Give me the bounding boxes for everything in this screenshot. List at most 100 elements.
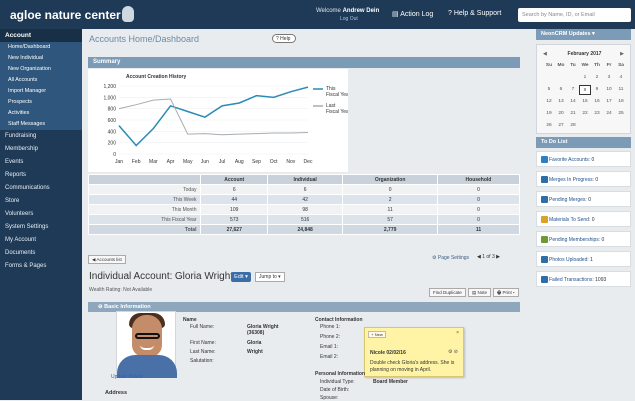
- page-settings-link[interactable]: ⚙ Page Settings: [432, 255, 469, 261]
- close-icon[interactable]: ×: [456, 330, 459, 336]
- sidebar-section-events[interactable]: Events: [0, 156, 82, 169]
- todo-item[interactable]: Merges In Progress: 0: [536, 171, 631, 187]
- calendar-day[interactable]: 22: [579, 109, 591, 119]
- action-log-button[interactable]: ▤ Action Log: [392, 10, 433, 18]
- calendar-day[interactable]: 5: [543, 85, 555, 95]
- table-cell[interactable]: 11: [436, 224, 521, 235]
- print-button[interactable]: 🖶 Print ▾: [493, 288, 519, 297]
- calendar-day[interactable]: 2: [591, 73, 603, 83]
- sidebar-item-import-manager[interactable]: Import Manager: [0, 86, 82, 97]
- calendar-day[interactable]: 4: [615, 73, 627, 83]
- neoncrm-updates-button[interactable]: NeonCRM Updates ▾: [536, 29, 631, 40]
- sidebar-item-home-dashboard[interactable]: Home/Dashboard: [0, 42, 82, 53]
- logout-link[interactable]: Log Out: [340, 16, 358, 22]
- todo-item[interactable]: Pending Merges: 0: [536, 191, 631, 207]
- sidebar-section-store[interactable]: Store: [0, 195, 82, 208]
- todo-item[interactable]: Photos Uploaded: 1: [536, 251, 631, 267]
- calendar-day[interactable]: 1: [579, 73, 591, 83]
- sidebar-item-new-organization[interactable]: New Organization: [0, 64, 82, 75]
- table-cell[interactable]: 6: [200, 184, 268, 195]
- update-delete-links[interactable]: Update Delete: [111, 374, 143, 380]
- table-cell[interactable]: 2,779: [342, 224, 438, 235]
- sidebar-section-account[interactable]: Account: [0, 29, 82, 42]
- calendar-day[interactable]: 11: [615, 85, 627, 95]
- sidebar-section-fundraising[interactable]: Fundraising: [0, 130, 82, 143]
- table-cell[interactable]: 44: [200, 194, 268, 205]
- todo-item[interactable]: Pending Memberships: 0: [536, 231, 631, 247]
- find-duplicate-button[interactable]: Find Duplicate: [429, 288, 466, 297]
- edit-button[interactable]: Edit ▾: [231, 272, 251, 282]
- table-cell[interactable]: 0: [342, 184, 438, 195]
- table-cell[interactable]: 42: [266, 194, 344, 205]
- calendar-day[interactable]: 23: [591, 109, 603, 119]
- calendar-day[interactable]: 6: [555, 85, 567, 95]
- calendar-day[interactable]: 18: [615, 97, 627, 107]
- table-cell[interactable]: 98: [266, 204, 344, 215]
- note-popup[interactable]: + New × Nicole 02/02/16 ⚙ ⊘ Double check…: [364, 327, 464, 377]
- table-cell[interactable]: 516: [266, 214, 344, 225]
- calendar-day[interactable]: 13: [555, 97, 567, 107]
- table-cell[interactable]: 0: [436, 194, 521, 205]
- table-cell[interactable]: 0: [436, 214, 521, 225]
- table-cell[interactable]: 57: [342, 214, 438, 225]
- calendar-day[interactable]: 3: [603, 73, 615, 83]
- table-cell[interactable]: 27,627: [200, 224, 268, 235]
- note-button[interactable]: ▤ Note: [468, 288, 492, 297]
- calendar-day-heading: Su: [545, 63, 553, 68]
- global-search-input[interactable]: Search by Name, ID, or Email: [518, 8, 631, 22]
- sidebar-section-forms-pages[interactable]: Forms & Pages: [0, 260, 82, 273]
- sidebar-item-activities[interactable]: Activities: [0, 108, 82, 119]
- todo-item[interactable]: Favorite Accounts: 0: [536, 151, 631, 167]
- todo-item-icon: [541, 276, 548, 283]
- calendar-day[interactable]: 28: [567, 121, 579, 131]
- calendar-day[interactable]: 16: [591, 97, 603, 107]
- calendar-day[interactable]: 26: [543, 121, 555, 131]
- table-cell[interactable]: 11: [342, 204, 438, 215]
- sidebar-section-membership[interactable]: Membership: [0, 143, 82, 156]
- sidebar-section-volunteers[interactable]: Volunteers: [0, 208, 82, 221]
- sidebar-section-reports[interactable]: Reports: [0, 169, 82, 182]
- table-cell[interactable]: 0: [436, 204, 521, 215]
- calendar-next-icon[interactable]: ▶: [620, 51, 624, 57]
- app-brand[interactable]: agloe nature center: [10, 8, 121, 22]
- help-support-button[interactable]: ? Help & Support: [448, 10, 501, 17]
- calendar-day[interactable]: 15: [579, 97, 591, 107]
- calendar-day[interactable]: 10: [603, 85, 615, 95]
- sidebar-section-documents[interactable]: Documents: [0, 247, 82, 260]
- table-cell[interactable]: 6: [266, 184, 344, 195]
- sidebar-item-staff-messages[interactable]: Staff Messages: [0, 119, 82, 130]
- calendar-day-heading: Tu: [570, 63, 576, 68]
- calendar-day[interactable]: 12: [543, 97, 555, 107]
- calendar-day[interactable]: 9: [591, 85, 603, 95]
- calendar-day[interactable]: 19: [543, 109, 555, 119]
- calendar-day[interactable]: 14: [567, 97, 579, 107]
- table-cell[interactable]: 0: [436, 184, 521, 195]
- note-action-icons[interactable]: ⚙ ⊘: [448, 349, 458, 355]
- calendar-day[interactable]: 8: [579, 85, 591, 95]
- jump-to-button[interactable]: Jump to ▾: [255, 272, 285, 282]
- sidebar-section-my-account[interactable]: My Account: [0, 234, 82, 247]
- todo-item[interactable]: Failed Transactions: 1093: [536, 271, 631, 287]
- first-name-value: Gloria: [247, 340, 262, 346]
- table-cell[interactable]: 2: [342, 194, 438, 205]
- calendar-day[interactable]: 7: [567, 85, 579, 95]
- sidebar-section-system-settings[interactable]: System Settings: [0, 221, 82, 234]
- calendar-day[interactable]: 21: [567, 109, 579, 119]
- calendar-day[interactable]: 17: [603, 97, 615, 107]
- calendar-day[interactable]: 24: [603, 109, 615, 119]
- table-cell[interactable]: 24,848: [266, 224, 344, 235]
- sidebar-item-prospects[interactable]: Prospects: [0, 97, 82, 108]
- accounts-list-button[interactable]: ◀ Accounts list: [88, 255, 126, 264]
- todo-item[interactable]: Materials To Send: 0: [536, 211, 631, 227]
- calendar-day[interactable]: 27: [555, 121, 567, 131]
- sidebar-section-communications[interactable]: Communications: [0, 182, 82, 195]
- new-note-button[interactable]: + New: [368, 331, 386, 338]
- calendar-day[interactable]: 25: [615, 109, 627, 119]
- table-cell[interactable]: 109: [200, 204, 268, 215]
- sidebar-item-all-accounts[interactable]: All Accounts: [0, 75, 82, 86]
- table-cell[interactable]: 573: [200, 214, 268, 225]
- pager[interactable]: ◀ 1 of 3 ▶: [477, 254, 500, 260]
- help-button[interactable]: ? Help: [272, 34, 296, 43]
- calendar-day[interactable]: 20: [555, 109, 567, 119]
- sidebar-item-new-individual[interactable]: New Individual: [0, 53, 82, 64]
